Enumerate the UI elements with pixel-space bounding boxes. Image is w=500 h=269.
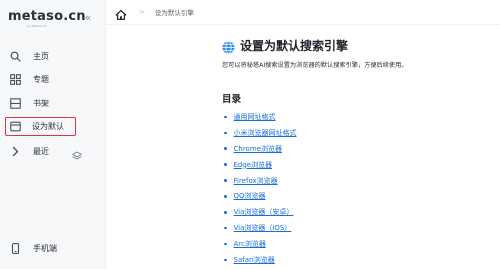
breadcrumb-current: 设为默认引擎 [154,9,194,17]
toc-link[interactable]: Firefox浏览器 [234,176,278,186]
bullet-icon [224,226,227,230]
double-chevron-left-icon: « [84,11,92,24]
bullet-icon [224,163,227,166]
breadcrumb-separator: > [139,8,145,16]
globe-icon [222,39,235,54]
sidebar-item-recent[interactable]: 最近 [6,141,100,161]
bullet-icon [224,147,227,150]
page-title-row: 设置为默认搜索引擎 [222,36,492,54]
toc-link[interactable]: Edge浏览器 [234,160,273,170]
bullet-icon [224,242,227,246]
sidebar-item-home[interactable]: 主页 [6,46,100,66]
toc-link[interactable]: 小米浏览器网址格式 [234,128,297,138]
sidebar-item-set-default[interactable]: 设为默认 [5,117,76,136]
bookshelf-icon [9,97,21,109]
sidebar-item-bookshelf[interactable]: 书架 [6,93,100,113]
chevron-right-icon [9,145,21,157]
page-title: 设置为默认搜索引擎 [240,38,349,53]
sidebar: metaso.cn by Metaso AI « 主页 专题 书架 设为默认 最… [0,0,106,269]
toc-item: 小米浏览器网址格式 [222,125,297,141]
toc-link[interactable]: QQ浏览器 [234,191,266,201]
bullet-icon [224,258,227,262]
sidebar-item-label: 设为默认 [32,122,64,131]
table-of-contents: 通用网址格式 小米浏览器网址格式 Chrome浏览器 Edge浏览器 Firef… [222,109,297,268]
logo-text: metaso.cn [8,9,86,24]
toc-heading: 目录 [222,94,242,105]
collapse-sidebar-button[interactable]: « [82,12,94,24]
toc-link[interactable]: 通用网址格式 [234,112,276,122]
layers-icon[interactable] [72,146,82,165]
toc-item: Chrome浏览器 [222,141,297,157]
bullet-icon [224,211,227,214]
sidebar-item-label: 专题 [33,74,49,84]
toc-item: 通用网址格式 [222,109,297,125]
breadcrumb: > 设为默认引擎 [106,0,500,25]
toc-item: Via浏览器（iOS） [222,220,297,236]
toc-item: Via浏览器（安卓） [222,204,297,220]
sidebar-item-label: 手机端 [33,243,57,253]
sidebar-item-mobile[interactable]: 手机端 [6,238,100,258]
logo[interactable]: metaso.cn by Metaso AI [8,9,86,29]
sidebar-item-label: 书架 [33,98,49,108]
bullet-icon [224,131,227,135]
toc-item: Safari浏览器 [222,252,297,268]
sidebar-item-label: 主页 [33,51,49,61]
page-description: 您可以将秘塔AI搜索设置为浏览器的默认搜索引擎，方便后续使用。 [222,62,408,69]
bullet-icon [224,179,227,182]
toc-link[interactable]: Via浏览器（iOS） [234,223,292,233]
sidebar-item-label: 最近 [33,146,49,156]
phone-icon [9,242,21,254]
bullet-icon [224,195,227,198]
browser-window-icon [9,121,21,133]
grid-icon [9,73,21,85]
toc-link[interactable]: Chrome浏览器 [234,144,282,154]
toc-link[interactable]: Safari浏览器 [234,255,275,265]
home-icon[interactable] [115,6,127,21]
toc-item: Firefox浏览器 [222,173,297,189]
toc-item: Edge浏览器 [222,157,297,173]
main-content: 设置为默认搜索引擎 您可以将秘塔AI搜索设置为浏览器的默认搜索引擎，方便后续使用… [222,36,492,264]
toc-item: Arc浏览器 [222,236,297,252]
sidebar-item-topics[interactable]: 专题 [6,69,100,89]
toc-link[interactable]: Via浏览器（安卓） [234,207,294,217]
logo-subtitle: by Metaso AI [27,24,47,28]
toc-item: QQ浏览器 [222,188,297,204]
app: metaso.cn by Metaso AI « 主页 专题 书架 设为默认 最… [0,0,500,269]
toc-link[interactable]: Arc浏览器 [234,239,266,249]
search-icon [9,50,21,62]
bullet-icon [224,115,227,119]
